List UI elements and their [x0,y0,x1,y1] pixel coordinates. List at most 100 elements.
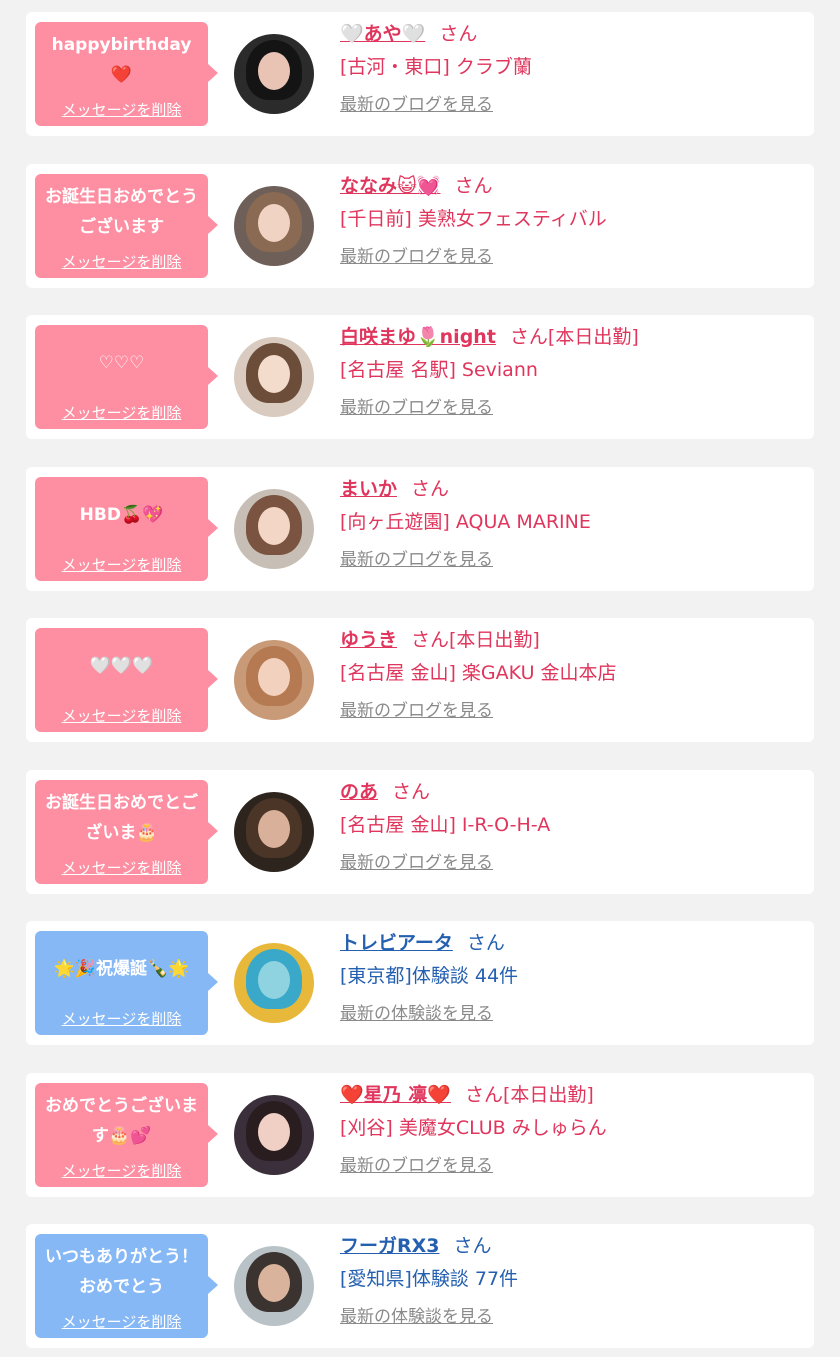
message-bubble: HBD🍒💖 メッセージを削除 [35,477,218,581]
avatar[interactable] [234,792,314,872]
avatar[interactable] [234,1246,314,1326]
user-name-link[interactable]: ❤️星乃 凛❤️ [340,1084,451,1106]
name-line: 白咲まゆ🌷night さん[本日出勤] [340,321,810,353]
avatar-face [258,1264,290,1302]
avatar[interactable] [234,186,314,266]
name-line: のあ さん [340,776,810,808]
message-text: ♡♡♡ [98,353,145,373]
message-text: 🌟🎉祝爆誕🍾🌟 [53,959,190,979]
message-bubble: 🤍🤍🤍 メッセージを削除 [35,628,218,732]
avatar-face [258,1113,290,1151]
latest-post-link[interactable]: 最新のブログを見る [340,393,493,418]
honorific-status: さん[本日出勤] [464,1084,594,1106]
shop-info: [愛知県]体験談 77件 [340,1268,519,1290]
honorific-status: さん[本日出勤] [509,326,639,348]
shop-info: [千日前] 美熟女フェスティバル [340,208,607,230]
avatar-face [258,52,290,90]
card-list: happybirthday ❤️ メッセージを削除 🤍あや🤍 さん [古河・東口] クラ… [0,0,840,1357]
avatar[interactable] [234,943,314,1023]
user-name-link[interactable]: まいか [340,478,397,500]
user-name-link[interactable]: ななみ😺💓 [340,175,440,197]
honorific-status: さん [466,932,505,954]
honorific-status: さん [454,175,493,197]
shop-info: [東京都]体験談 44件 [340,965,519,987]
delete-message-link[interactable]: メッセージを削除 [35,857,208,878]
honorific-status: さん [411,478,450,500]
list-item: ♡♡♡ メッセージを削除 白咲まゆ🌷night さん[本日出勤] [名古屋 名駅] Se… [26,315,814,439]
message-bubble: お誕生日おめでとうございますメッセージを削除 [35,174,218,278]
avatar[interactable] [234,640,314,720]
message-text: HBD🍒💖 [79,505,164,525]
message-text: 🤍🤍🤍 [89,656,154,676]
user-info: 🤍あや🤍 さん [古河・東口] クラブ蘭 最新のブログを見る [340,18,810,115]
latest-post-link[interactable]: 最新のブログを見る [340,696,493,721]
latest-post-link[interactable]: 最新の体験談を見る [340,1302,493,1327]
name-line: 🤍あや🤍 さん [340,18,810,50]
user-name-link[interactable]: トレビアータ [340,932,453,954]
message-text: お誕生日おめでとございま🎂 [45,793,198,843]
delete-message-link[interactable]: メッセージを削除 [35,402,208,423]
user-info: フーガRX3 さん [愛知県]体験談 77件 最新の体験談を見る [340,1230,810,1327]
message-text: happybirthday ❤️ [51,35,192,85]
delete-message-link[interactable]: メッセージを削除 [35,1160,208,1181]
avatar[interactable] [234,337,314,417]
name-line: ❤️星乃 凛❤️ さん[本日出勤] [340,1079,810,1111]
latest-post-link[interactable]: 最新のブログを見る [340,1151,493,1176]
delete-message-link[interactable]: メッセージを削除 [35,1311,208,1332]
shop-info: [名古屋 金山] I-R-O-H-A [340,814,551,836]
avatar-face [258,507,290,545]
avatar[interactable] [234,489,314,569]
user-name-link[interactable]: 🤍あや🤍 [340,23,425,45]
message-bubble: いつもありがとう！おめでとうメッセージを削除 [35,1234,218,1338]
user-name-link[interactable]: フーガRX3 [340,1235,440,1257]
shop-info: [古河・東口] クラブ蘭 [340,56,532,78]
list-item: 🤍🤍🤍 メッセージを削除 ゆうき さん[本日出勤] [名古屋 金山] 楽GAKU 金山本… [26,618,814,742]
name-line: ななみ😺💓 さん [340,170,810,202]
delete-message-link[interactable]: メッセージを削除 [35,99,208,120]
avatar-face [258,810,290,848]
honorific-status: さん [439,23,478,45]
user-info: 白咲まゆ🌷night さん[本日出勤] [名古屋 名駅] Seviann 最新のブログ… [340,321,810,418]
list-item: お誕生日おめでとうございますメッセージを削除 ななみ😺💓 さん [千日前] 美熟女フェ… [26,164,814,288]
user-name-link[interactable]: のあ [340,781,378,803]
user-name-link[interactable]: 白咲まゆ🌷night [340,326,496,348]
list-item: happybirthday ❤️ メッセージを削除 🤍あや🤍 さん [古河・東口] クラ… [26,12,814,136]
user-info: まいか さん [向ヶ丘遊園] AQUA MARINE 最新のブログを見る [340,473,810,570]
list-item: お誕生日おめでとございま🎂 メッセージを削除 のあ さん [名古屋 金山] I-R-O-… [26,770,814,894]
shop-info: [名古屋 名駅] Seviann [340,359,538,381]
avatar-face [258,204,290,242]
user-name-link[interactable]: ゆうき [340,629,397,651]
message-text: お誕生日おめでとうございます [45,187,198,237]
shop-info: [向ヶ丘遊園] AQUA MARINE [340,511,591,533]
delete-message-link[interactable]: メッセージを削除 [35,705,208,726]
message-text: おめでとうございます🎂💕 [45,1096,198,1146]
avatar[interactable] [234,1095,314,1175]
shop-info: [刈谷] 美魔女CLUB みしゅらん [340,1117,607,1139]
delete-message-link[interactable]: メッセージを削除 [35,251,208,272]
honorific-status: さん [453,1235,492,1257]
user-info: ❤️星乃 凛❤️ さん[本日出勤] [刈谷] 美魔女CLUB みしゅらん 最新のブログ… [340,1079,810,1176]
message-bubble: 🌟🎉祝爆誕🍾🌟 メッセージを削除 [35,931,218,1035]
list-item: 🌟🎉祝爆誕🍾🌟 メッセージを削除 トレビアータ さん [東京都]体験談 44件 最新の体験… [26,921,814,1045]
list-item: HBD🍒💖 メッセージを削除 まいか さん [向ヶ丘遊園] AQUA MARINE 最新の… [26,467,814,591]
user-info: トレビアータ さん [東京都]体験談 44件 最新の体験談を見る [340,927,810,1024]
delete-message-link[interactable]: メッセージを削除 [35,554,208,575]
latest-post-link[interactable]: 最新の体験談を見る [340,999,493,1024]
latest-post-link[interactable]: 最新のブログを見る [340,848,493,873]
latest-post-link[interactable]: 最新のブログを見る [340,242,493,267]
user-info: のあ さん [名古屋 金山] I-R-O-H-A 最新のブログを見る [340,776,810,873]
name-line: トレビアータ さん [340,927,810,959]
delete-message-link[interactable]: メッセージを削除 [35,1008,208,1029]
user-info: ななみ😺💓 さん [千日前] 美熟女フェスティバル 最新のブログを見る [340,170,810,267]
honorific-status: さん[本日出勤] [411,629,540,651]
latest-post-link[interactable]: 最新のブログを見る [340,545,493,570]
message-text: いつもありがとう！おめでとう [45,1247,198,1297]
avatar-face [258,961,290,999]
latest-post-link[interactable]: 最新のブログを見る [340,90,493,115]
name-line: まいか さん [340,473,810,505]
user-info: ゆうき さん[本日出勤] [名古屋 金山] 楽GAKU 金山本店 最新のブログを見る [340,624,810,721]
shop-info: [名古屋 金山] 楽GAKU 金山本店 [340,662,617,684]
avatar[interactable] [234,34,314,114]
message-bubble: happybirthday ❤️ メッセージを削除 [35,22,218,126]
honorific-status: さん [392,781,431,803]
